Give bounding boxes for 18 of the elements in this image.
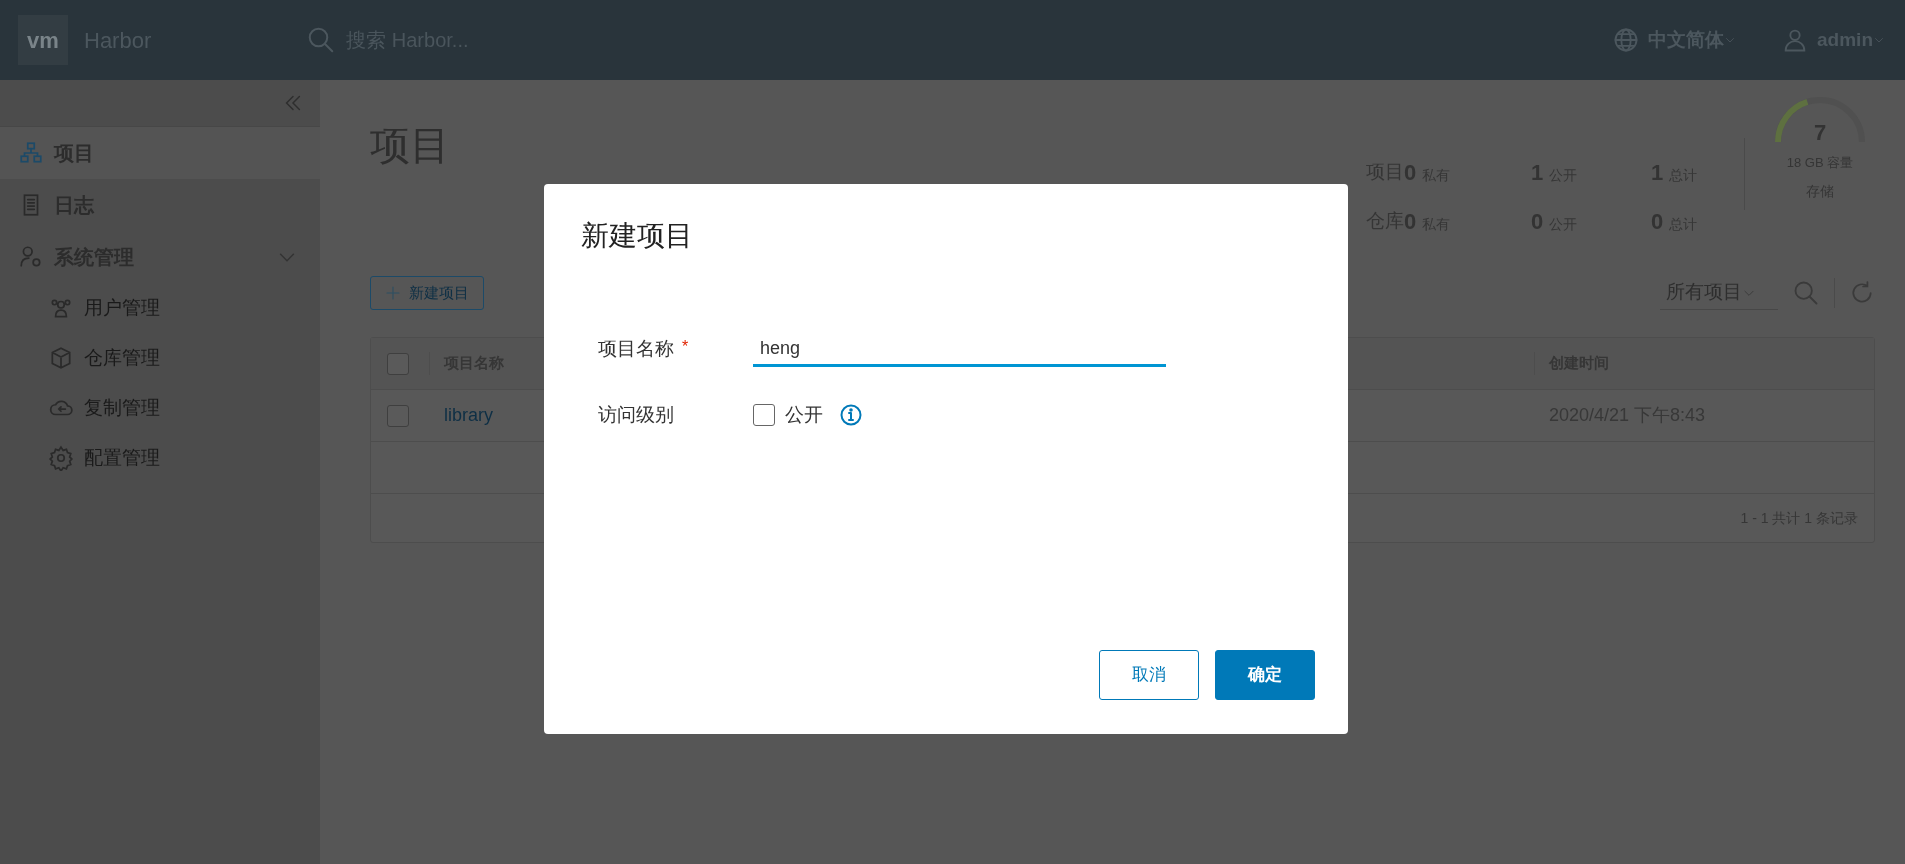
field-label: 访问级别 <box>598 402 674 427</box>
plus-icon <box>385 285 401 301</box>
info-icon[interactable] <box>839 402 863 427</box>
cancel-button[interactable]: 取消 <box>1099 650 1199 700</box>
user-gear-icon <box>18 244 44 270</box>
logo: vm <box>18 15 68 65</box>
sitemap-icon <box>18 140 44 166</box>
new-project-button[interactable]: 新建项目 <box>370 276 484 310</box>
checkbox[interactable] <box>753 403 775 426</box>
checkbox[interactable] <box>387 404 409 427</box>
cube-icon <box>48 345 74 371</box>
project-link[interactable]: library <box>444 405 493 425</box>
checkbox-label: 公开 <box>785 402 823 427</box>
search-icon[interactable] <box>1792 279 1820 307</box>
confirm-button[interactable]: 确定 <box>1215 650 1315 700</box>
settings-icon <box>48 445 74 471</box>
checkbox[interactable] <box>387 352 409 375</box>
dialog-title: 新建项目 <box>581 219 694 253</box>
